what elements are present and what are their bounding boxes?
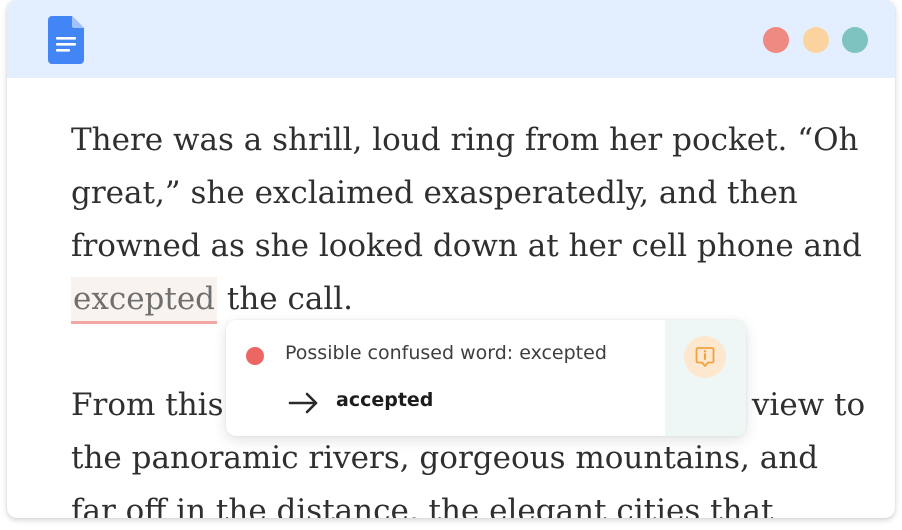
info-button[interactable] bbox=[684, 336, 726, 378]
suggestion-card[interactable]: Possible confused word: excepted accepte… bbox=[226, 320, 746, 436]
document-window: There was a shrill, loud ring from her p… bbox=[7, 0, 895, 518]
flagged-word[interactable]: excepted bbox=[71, 277, 218, 324]
suggestion-title: Possible confused word: excepted bbox=[285, 342, 607, 364]
paragraph-1-tail: the call. bbox=[217, 281, 354, 317]
arrow-right-icon bbox=[288, 392, 318, 414]
title-bar bbox=[7, 0, 895, 78]
info-flag-icon bbox=[695, 347, 715, 367]
document-body[interactable]: There was a shrill, loud ring from her p… bbox=[71, 114, 871, 518]
close-dot[interactable] bbox=[763, 27, 789, 53]
replacement-suggestion[interactable]: accepted bbox=[336, 389, 433, 411]
severity-dot bbox=[246, 347, 264, 365]
minimize-dot[interactable] bbox=[803, 27, 829, 53]
paragraph-1-text: There was a shrill, loud ring from her p… bbox=[71, 122, 862, 264]
maximize-dot[interactable] bbox=[842, 27, 868, 53]
google-docs-icon[interactable] bbox=[48, 16, 84, 64]
paragraph-1: There was a shrill, loud ring from her p… bbox=[71, 114, 871, 326]
